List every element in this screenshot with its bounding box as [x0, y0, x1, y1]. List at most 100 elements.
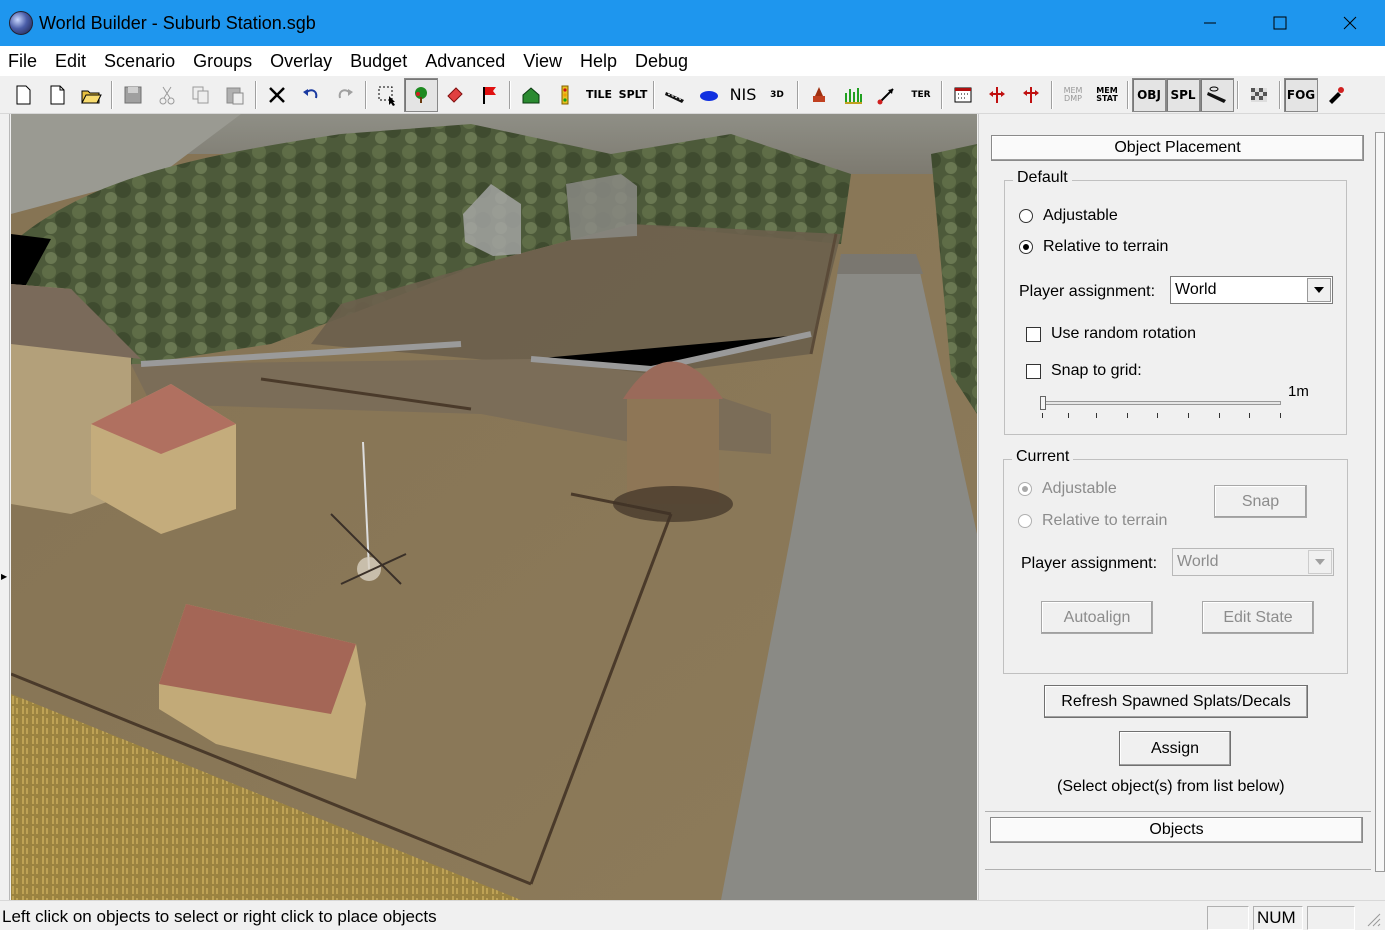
checker-button[interactable]: [1242, 78, 1276, 112]
menu-scenario[interactable]: Scenario: [96, 46, 185, 76]
delete-x-icon: [269, 86, 285, 103]
cut-button[interactable]: [150, 78, 184, 112]
menu-bar: File Edit Scenario Groups Overlay Budget…: [0, 46, 1385, 76]
menu-advanced[interactable]: Advanced: [417, 46, 515, 76]
current-groupbox: Current Adjustable Relative to terrain S…: [1003, 448, 1348, 674]
toolbar-separator: [1127, 80, 1129, 109]
toolbar: TILE SPLT NIS 3D TER MEM DMP MEM STAT OB…: [0, 76, 1385, 114]
current-relative-radio: [1018, 514, 1032, 528]
paint-button[interactable]: [1318, 78, 1352, 112]
adjustable-radio[interactable]: [1019, 209, 1033, 223]
menu-edit[interactable]: Edit: [47, 46, 96, 76]
redo-button[interactable]: [328, 78, 362, 112]
ter-label: TER: [911, 89, 931, 100]
menu-help[interactable]: Help: [572, 46, 627, 76]
fog-label: FOG: [1286, 87, 1316, 102]
move-button[interactable]: [980, 78, 1014, 112]
minimize-button[interactable]: [1175, 0, 1245, 46]
menu-groups[interactable]: Groups: [185, 46, 262, 76]
splat-button[interactable]: SPLT: [616, 78, 650, 112]
snap-button: Snap: [1214, 485, 1307, 518]
panel-divider: [985, 869, 1371, 870]
flag-button[interactable]: [472, 78, 506, 112]
house-button[interactable]: [514, 78, 548, 112]
refresh-splats-button[interactable]: Refresh Spawned Splats/Decals: [1044, 685, 1308, 718]
player-assignment-label: Player assignment:: [1019, 283, 1156, 300]
tile-label: TILE: [585, 88, 613, 101]
calendar-button[interactable]: [946, 78, 980, 112]
paste-button[interactable]: [218, 78, 252, 112]
resize-grip-icon[interactable]: [1365, 911, 1381, 927]
road-eye-icon: [1207, 86, 1226, 103]
random-rotation-checkbox[interactable]: [1026, 326, 1041, 342]
obj-label: OBJ: [1137, 87, 1161, 102]
relative-radio[interactable]: [1019, 240, 1033, 254]
mem-stat-button[interactable]: MEM STAT: [1090, 78, 1124, 112]
slider-tick: [1068, 413, 1069, 418]
terrain-button[interactable]: TER: [904, 78, 938, 112]
grid-slider-track[interactable]: [1043, 401, 1281, 405]
edit-state-button: Edit State: [1202, 601, 1314, 634]
object-placement-button[interactable]: [404, 77, 438, 112]
toolbar-separator: [797, 80, 799, 109]
menu-file[interactable]: File: [0, 46, 47, 76]
copy-button[interactable]: [184, 78, 218, 112]
menu-view[interactable]: View: [515, 46, 572, 76]
undo-button[interactable]: [294, 78, 328, 112]
objects-header[interactable]: Objects: [990, 817, 1363, 843]
water-button[interactable]: [692, 78, 726, 112]
player-assignment-value: World: [1175, 281, 1217, 298]
maximize-button[interactable]: [1245, 0, 1315, 46]
paint-brush-icon: [1329, 86, 1344, 104]
assign-button[interactable]: Assign: [1119, 731, 1231, 766]
3d-viewport[interactable]: [11, 114, 977, 900]
app-globe-icon: [9, 11, 33, 35]
mem-dump-button[interactable]: MEM DMP: [1056, 78, 1090, 112]
menu-budget[interactable]: Budget: [342, 46, 417, 76]
show-splines-button[interactable]: SPL: [1166, 77, 1200, 112]
random-rotation-option[interactable]: Use random rotation: [1026, 325, 1196, 343]
decal-button[interactable]: [438, 78, 472, 112]
tile-button[interactable]: TILE: [582, 78, 616, 112]
select-tool-button[interactable]: [370, 78, 404, 112]
grass-button[interactable]: [836, 78, 870, 112]
dropdown-arrow-icon: [1308, 550, 1332, 574]
delete-button[interactable]: [260, 78, 294, 112]
left-splitter[interactable]: ▶: [0, 114, 10, 900]
default-adjustable-option[interactable]: Adjustable: [1019, 207, 1118, 225]
move-alt-button[interactable]: [1014, 78, 1048, 112]
new-file-button[interactable]: [6, 78, 40, 112]
default-relative-option[interactable]: Relative to terrain: [1019, 238, 1168, 256]
open-file-button[interactable]: [74, 78, 108, 112]
object-placement-header[interactable]: Object Placement: [991, 135, 1364, 161]
save-button[interactable]: [116, 78, 150, 112]
select-objects-hint: (Select object(s) from list below): [1057, 778, 1285, 795]
menu-overlay[interactable]: Overlay: [262, 46, 342, 76]
road-button[interactable]: [658, 78, 692, 112]
line-tool-button[interactable]: [870, 78, 904, 112]
toolbar-separator: [1051, 80, 1053, 109]
panel-scrollbar[interactable]: [1375, 132, 1385, 872]
fog-button[interactable]: FOG: [1284, 77, 1318, 112]
menu-debug[interactable]: Debug: [627, 46, 698, 76]
maximize-icon: [1273, 16, 1287, 30]
traffic-light-button[interactable]: [548, 78, 582, 112]
grid-calendar-icon: [954, 87, 972, 102]
show-objects-button[interactable]: OBJ: [1132, 77, 1166, 112]
player-assignment-dropdown[interactable]: World: [1170, 276, 1333, 304]
close-button[interactable]: [1315, 0, 1385, 46]
redo-arrow-icon: [338, 88, 353, 98]
show-roads-button[interactable]: [1200, 77, 1234, 112]
snap-to-grid-checkbox[interactable]: [1026, 363, 1041, 379]
water-blob-icon: [700, 90, 718, 101]
new-document-icon: [16, 85, 31, 104]
grid-slider-thumb[interactable]: [1040, 396, 1046, 410]
new-file-alt-button[interactable]: [40, 78, 74, 112]
snap-to-grid-option[interactable]: Snap to grid:: [1026, 362, 1142, 380]
grass-icon: [845, 87, 862, 104]
three-d-button[interactable]: 3D: [760, 78, 794, 112]
splt-label: SPLT: [618, 88, 648, 101]
nis-button[interactable]: NIS: [726, 78, 760, 112]
save-disk-icon: [124, 86, 142, 103]
brush-button[interactable]: [802, 78, 836, 112]
